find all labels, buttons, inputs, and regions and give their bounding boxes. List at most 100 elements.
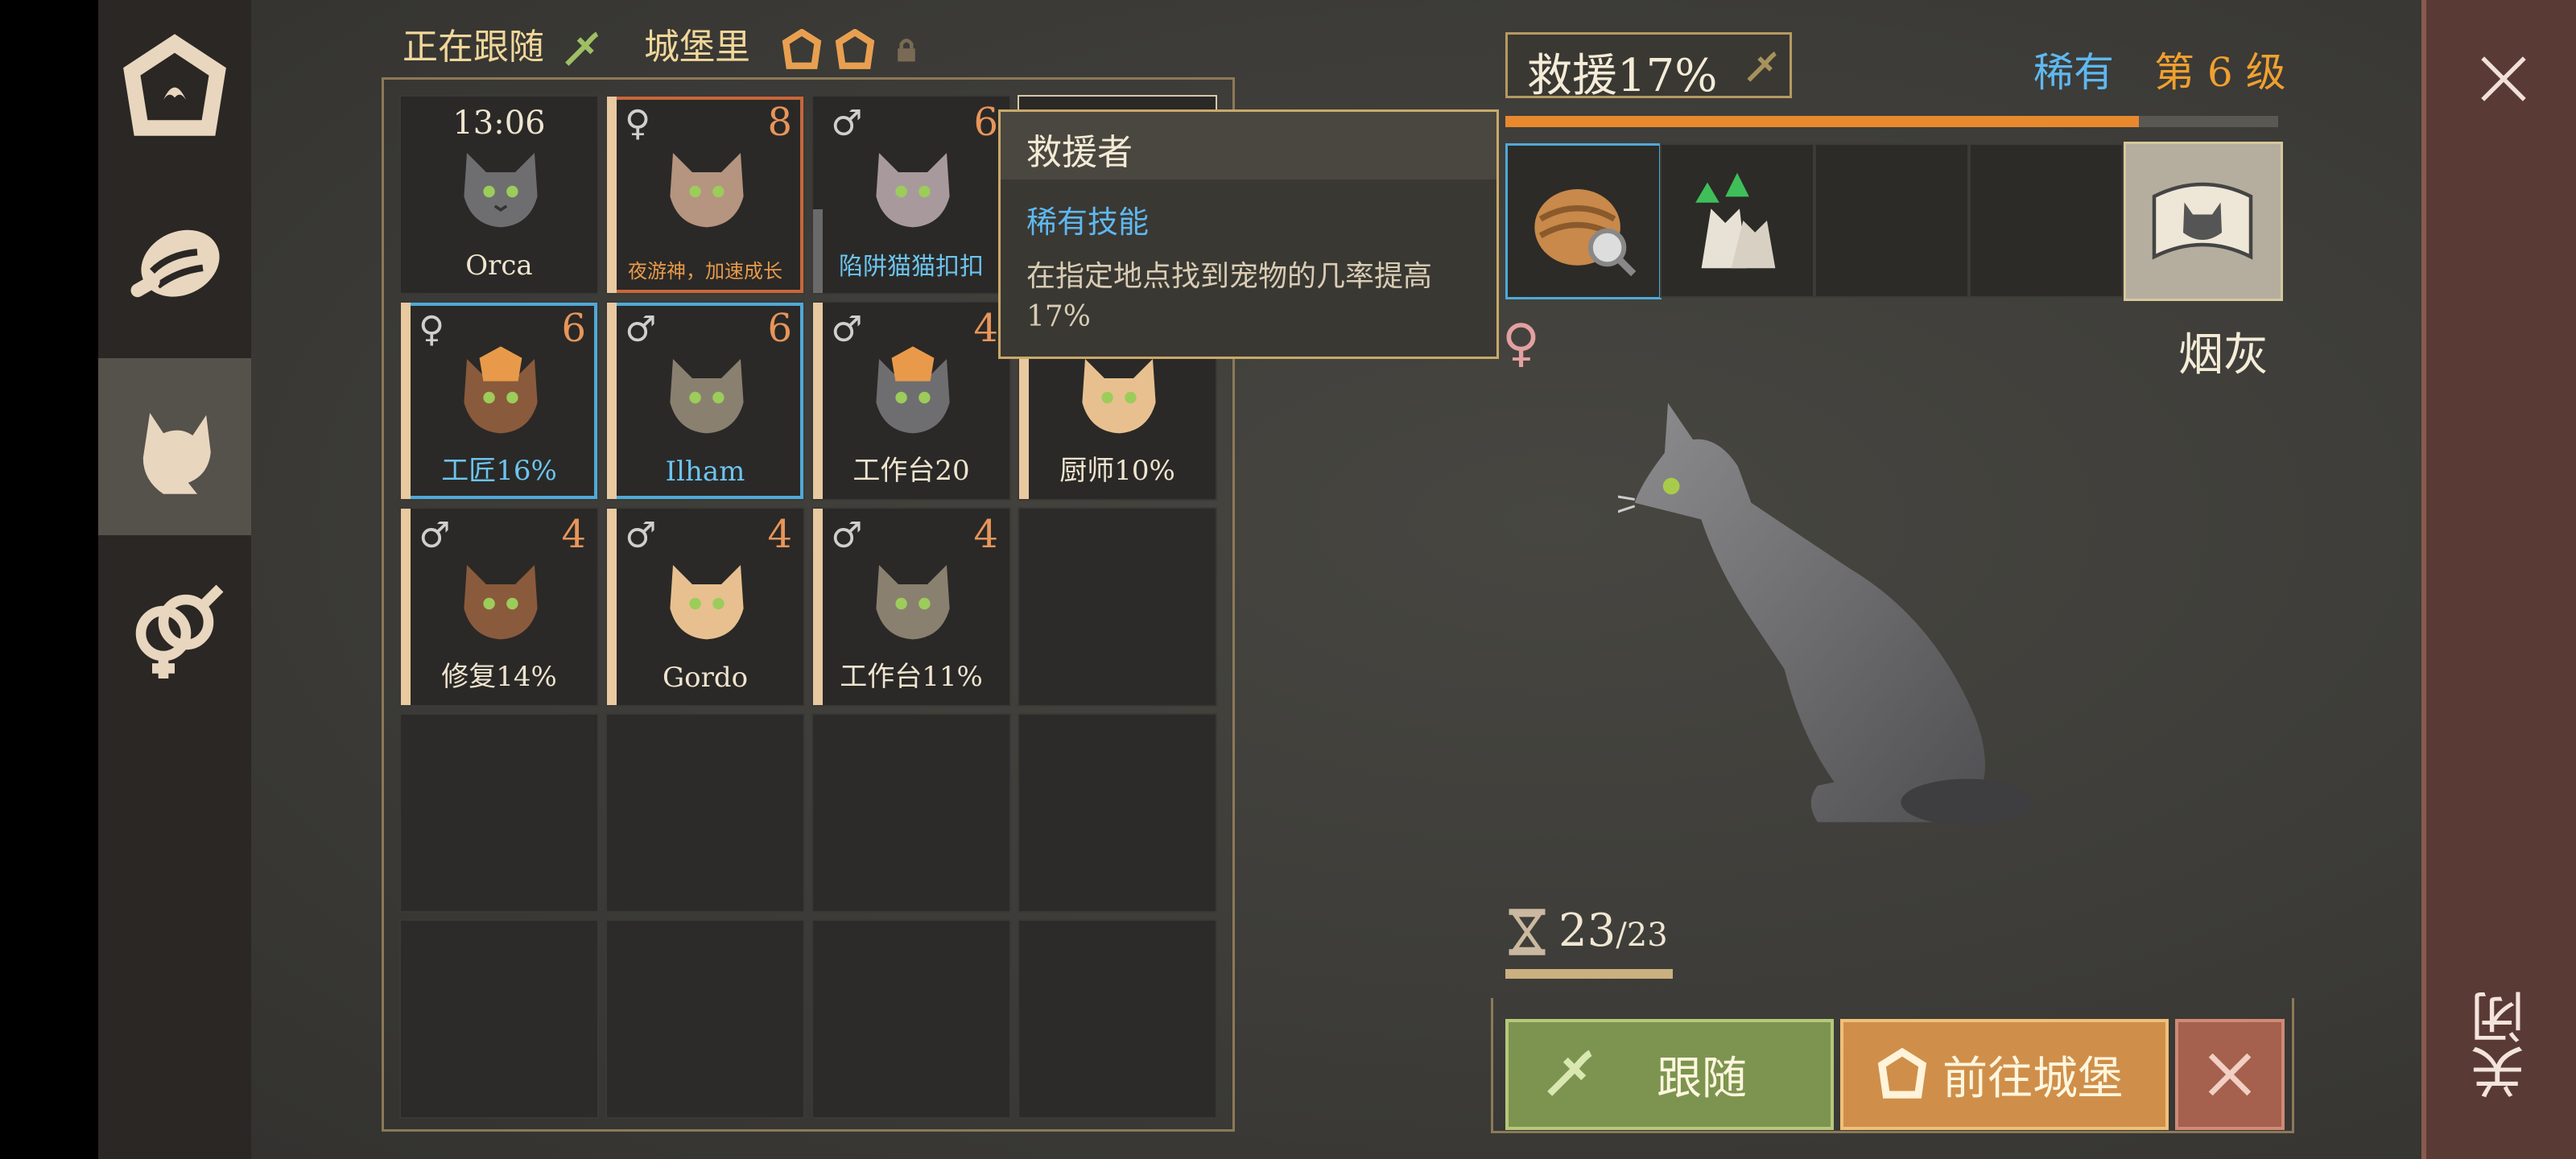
stamina-bar-fill — [1505, 969, 1673, 979]
pet-level: 8 — [767, 100, 792, 145]
pet-card[interactable]: ♂ 6 陷阱猫猫扣扣 — [811, 95, 1011, 295]
castle-icon — [1877, 1048, 1927, 1099]
follow-button-label: 跟随 — [1657, 1052, 1747, 1105]
pet-level: 6 — [767, 306, 792, 351]
empty-slot[interactable] — [399, 713, 599, 913]
cat-portrait-brown — [464, 565, 538, 640]
gender-icon — [135, 584, 224, 678]
leash-icon — [565, 31, 599, 66]
pet-level: 4 — [973, 306, 998, 351]
pet-level: 4 — [561, 512, 586, 557]
empty-slot[interactable] — [811, 713, 1011, 913]
cat-portrait-orange — [1082, 359, 1156, 434]
pet-book-button[interactable] — [2124, 142, 2283, 301]
empty-slot[interactable] — [1018, 713, 1217, 913]
pet-card[interactable]: ♂ 4 工作台11% — [811, 507, 1011, 707]
stamina-max: /23 — [1616, 917, 1668, 954]
stamina-bar-track — [1505, 969, 1673, 979]
skill-tooltip: 救援者 稀有技能 在指定地点找到宠物的几率提高17% — [998, 109, 1499, 359]
meat-icon — [130, 229, 220, 298]
pet-name: Orca — [465, 250, 533, 282]
level-label: 第 6 级 — [2154, 49, 2286, 96]
pet-card[interactable]: ♂ 4 工作台20 — [811, 301, 1011, 501]
left-edge — [0, 0, 98, 1159]
male-icon: ♂ — [831, 515, 863, 556]
female-icon: ♀ — [625, 103, 651, 144]
pet-card[interactable]: ♂ 4 修复14% — [399, 507, 599, 707]
nav-pets-button[interactable] — [98, 358, 251, 535]
empty-slot[interactable] — [1018, 919, 1217, 1119]
empty-slot[interactable] — [605, 919, 805, 1119]
skill-slot[interactable] — [1660, 143, 1814, 298]
stamina-readout: 23/23 — [1558, 905, 1668, 957]
pet-name: 修复14% — [441, 661, 557, 693]
cat-portrait-brown — [464, 346, 538, 434]
close-strip[interactable]: 关闭 — [2421, 0, 2576, 1159]
pet-name: 厨师10% — [1059, 455, 1175, 487]
nav-food-button[interactable] — [98, 177, 251, 354]
hourglass-icon — [1509, 909, 1546, 955]
goto-castle-button-label: 前往城堡 — [1942, 1052, 2123, 1105]
xp-bar-fill — [1505, 116, 2140, 127]
empty-slot[interactable] — [399, 919, 599, 1119]
pet-level: 6 — [561, 306, 586, 351]
pet-name: 工作台20 — [852, 455, 970, 487]
pet-card[interactable]: 13:06 Orca — [399, 95, 599, 295]
cat-portrait-tabby — [670, 359, 744, 434]
basket-search-icon — [1534, 189, 1637, 277]
follow-button[interactable]: 跟随 — [1505, 1019, 1834, 1130]
cat-portrait-tabby — [670, 153, 744, 228]
growth-cats-icon — [1695, 172, 1776, 269]
pet-level: 4 — [767, 512, 792, 557]
male-icon: ♂ — [625, 515, 657, 556]
lock-icon — [898, 38, 915, 61]
nav-breeding-button[interactable] — [98, 539, 251, 716]
rarity-label: 稀有 — [2033, 49, 2114, 96]
x-icon — [2208, 1053, 2252, 1096]
pet-card[interactable]: ♀ 8 夜游神，加速成长 — [605, 95, 805, 295]
male-icon: ♂ — [419, 515, 451, 556]
skill-label: 救援17% — [1527, 50, 1718, 102]
skill-label-box: 救援17% — [1505, 32, 1792, 102]
pet-card[interactable]: ♀ 6 工匠16% — [399, 301, 599, 501]
tab-following-label: 正在跟随 — [402, 27, 544, 68]
cat-portrait-gray — [464, 153, 538, 228]
male-icon: ♂ — [625, 309, 657, 350]
empty-slot[interactable] — [811, 919, 1011, 1119]
side-nav — [98, 0, 251, 1159]
female-icon: ♀ — [419, 309, 445, 350]
pet-level: 6 — [973, 100, 998, 145]
pet-name: 陷阱猫猫扣扣 — [839, 253, 984, 281]
pet-card[interactable]: ♂ 4 Gordo — [605, 507, 805, 707]
skill-slot-empty[interactable] — [1969, 143, 2124, 298]
empty-slot[interactable] — [1018, 507, 1217, 707]
close-icon[interactable] — [2476, 52, 2531, 106]
pet-card[interactable]: ♂ 6 Ilham — [605, 301, 805, 501]
tab-castle-label: 城堡里 — [644, 27, 750, 68]
male-icon: ♂ — [831, 309, 863, 350]
cat-portrait-calico — [876, 153, 950, 228]
tooltip-title: 救援者 — [1026, 132, 1133, 173]
pet-name: 工作台11% — [840, 661, 983, 693]
goto-castle-button[interactable]: 前往城堡 — [1840, 1019, 2169, 1130]
skill-slot-empty[interactable] — [1814, 143, 1969, 298]
castle-slot-icon — [782, 27, 822, 69]
cat-portrait-gray — [876, 346, 950, 434]
tooltip-description: 在指定地点找到宠物的几率提高17% — [1026, 260, 1433, 333]
tab-castle[interactable]: 城堡里 — [644, 18, 921, 71]
nav-castle-button[interactable] — [98, 0, 251, 177]
skill-slot[interactable] — [1505, 143, 1662, 299]
pet-name: 工匠16% — [441, 455, 557, 487]
release-button[interactable] — [2175, 1019, 2285, 1130]
empty-slot[interactable] — [605, 713, 805, 913]
pet-timer: 13:06 — [452, 105, 546, 142]
castle-slot-icon — [835, 27, 875, 69]
pet-name: Gordo — [662, 662, 749, 694]
cat-illustration — [1618, 402, 2034, 826]
leash-icon — [1547, 1050, 1592, 1096]
pet-level: 4 — [973, 512, 998, 557]
female-icon: ♀ — [1502, 314, 1540, 373]
tab-following[interactable]: 正在跟随 — [402, 18, 602, 71]
male-icon: ♂ — [831, 103, 863, 144]
cat-portrait-orange — [670, 565, 744, 640]
